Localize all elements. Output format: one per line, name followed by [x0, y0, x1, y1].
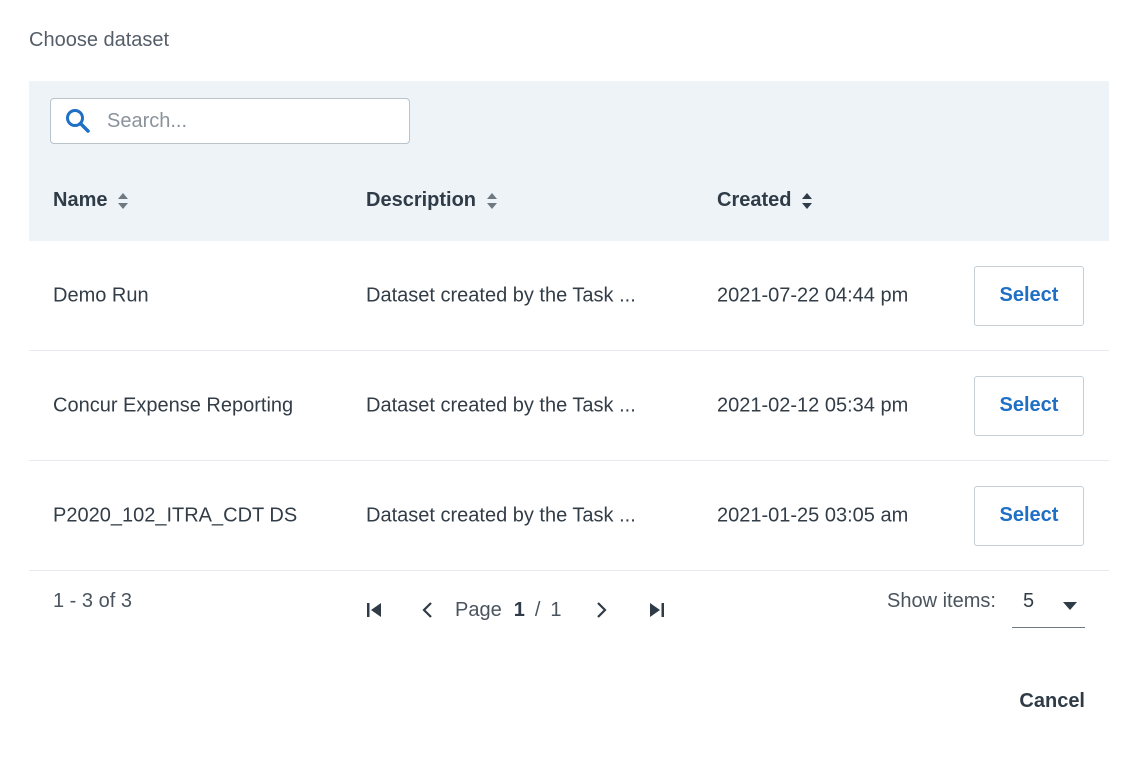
dialog-title: Choose dataset: [29, 29, 170, 51]
column-header-label: Created: [717, 189, 792, 211]
prev-page-icon[interactable]: [413, 595, 443, 625]
table-header: Name Description Created: [29, 181, 1109, 223]
dataset-table: Name Description Created Demo Run Datase…: [29, 81, 1109, 571]
first-page-icon[interactable]: [359, 595, 389, 625]
current-page: 1: [513, 598, 525, 621]
select-button[interactable]: Select: [974, 375, 1084, 436]
search-icon: [65, 108, 91, 134]
cell-created: 2021-02-12 05:34 pm: [717, 394, 909, 416]
search-box[interactable]: [50, 98, 410, 144]
cell-description: Dataset created by the Task ...: [366, 284, 636, 306]
column-header-name[interactable]: Name: [53, 189, 129, 212]
page-navigation: Page 1 / 1: [359, 595, 672, 625]
column-header-label: Name: [53, 189, 108, 211]
cell-name: Concur Expense Reporting: [53, 394, 294, 416]
cell-created: 2021-01-25 03:05 am: [717, 504, 909, 526]
column-header-created[interactable]: Created: [717, 189, 813, 212]
page-label: Page: [455, 598, 502, 621]
items-per-page-value: 5: [1023, 590, 1035, 612]
items-per-page-select[interactable]: 5: [1012, 580, 1085, 628]
search-input[interactable]: [105, 108, 389, 134]
table-row: Concur Expense Reporting Dataset created…: [29, 351, 1109, 461]
select-button[interactable]: Select: [974, 485, 1084, 546]
table-row: Demo Run Dataset created by the Task ...…: [29, 241, 1109, 351]
pagination-bar: 1 - 3 of 3 Page 1 / 1 Show items: 5: [29, 575, 1109, 635]
sort-icon: [801, 192, 813, 210]
cell-description: Dataset created by the Task ...: [366, 504, 636, 526]
cell-description: Dataset created by the Task ...: [366, 394, 636, 416]
next-page-icon[interactable]: [586, 595, 616, 625]
cell-name: Demo Run: [53, 284, 149, 306]
page-separator: /: [534, 598, 541, 621]
sort-icon: [117, 192, 129, 210]
select-button[interactable]: Select: [974, 265, 1084, 326]
table-row: P2020_102_ITRA_CDT DS Dataset created by…: [29, 461, 1109, 571]
cell-name: P2020_102_ITRA_CDT DS: [53, 504, 298, 526]
total-pages: 1: [550, 598, 562, 621]
column-header-description[interactable]: Description: [366, 189, 498, 212]
cell-created: 2021-07-22 04:44 pm: [717, 284, 909, 306]
chevron-down-icon: [1063, 598, 1077, 616]
sort-icon: [486, 192, 498, 210]
cancel-button[interactable]: Cancel: [1019, 690, 1085, 713]
last-page-icon[interactable]: [642, 595, 672, 625]
pagination-range: 1 - 3 of 3: [53, 590, 132, 612]
show-items-label: Show items:: [887, 590, 996, 612]
column-header-label: Description: [366, 189, 477, 211]
table-toolbar: Name Description Created: [29, 81, 1109, 241]
